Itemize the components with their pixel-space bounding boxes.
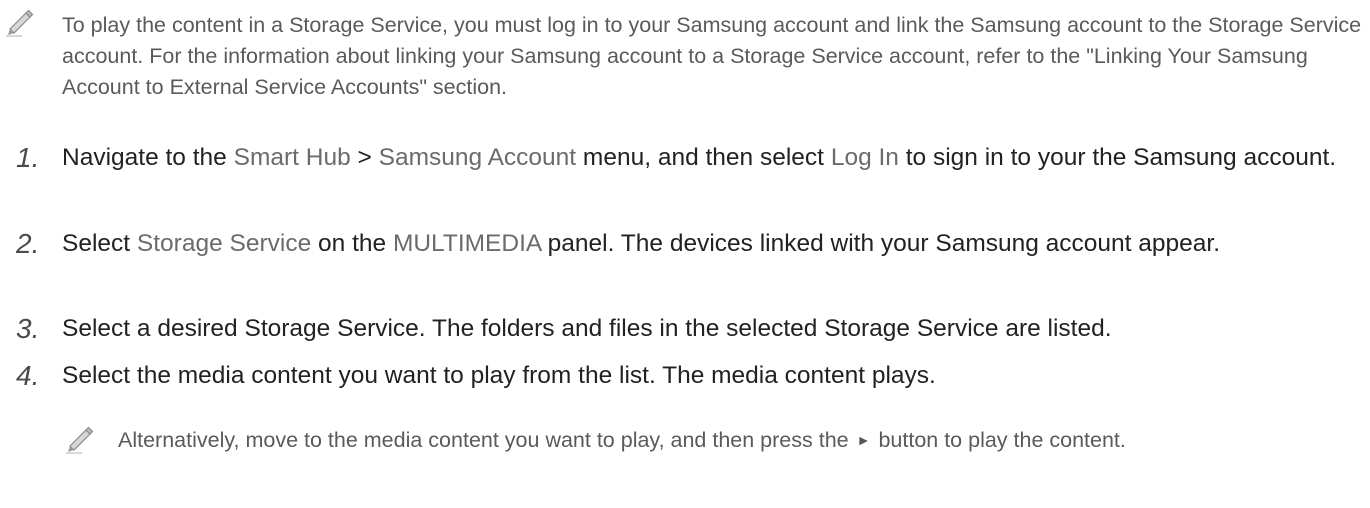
step-number: 2. (16, 228, 40, 259)
sub-note-text-part: Alternatively, move to the media content… (118, 428, 849, 452)
ui-term-multimedia: MULTIMEDIA (392, 230, 541, 257)
step-text-part: on the (311, 230, 393, 257)
top-note-text: To play the content in a Storage Service… (62, 13, 1362, 99)
sub-note-text: Alternatively, move to the media content… (118, 425, 1364, 456)
pencil-icon (6, 9, 34, 37)
step-text: Select Storage Service on the MULTIMEDIA… (62, 225, 1364, 263)
step-text: Select the media content you want to pla… (62, 362, 936, 389)
ui-term-storage-service: Storage Service (136, 230, 312, 257)
step-text: Navigate to the Smart Hub > Samsung Acco… (62, 139, 1364, 177)
step-text-part: to sign in to your the Samsung account. (898, 144, 1337, 171)
step-text-part: Navigate to the (62, 144, 234, 171)
step-number: 4. (16, 360, 40, 391)
sub-note-text-part: button to play the content. (878, 428, 1126, 452)
step-text-part: Select (62, 230, 137, 257)
step-text-part: menu, and then select (576, 144, 831, 171)
play-button-icon: ► (856, 432, 871, 448)
step-text: Select a desired Storage Service. The fo… (62, 315, 1112, 342)
step-text-part: > (350, 144, 379, 171)
ui-term-samsung-account: Samsung Account (378, 144, 577, 171)
ui-term-log-in: Log In (830, 144, 899, 171)
step-number: 1. (16, 142, 40, 173)
pencil-icon (66, 426, 94, 454)
step-text-part: panel. The devices linked with your Sams… (540, 230, 1221, 257)
ui-term-smart-hub: Smart Hub (233, 144, 351, 171)
step-number: 3. (16, 313, 40, 344)
